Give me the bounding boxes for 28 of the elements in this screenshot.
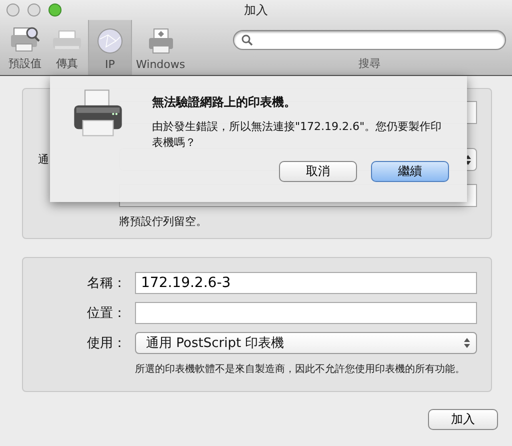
dialog-button[interactable]: 繼續: [371, 161, 449, 182]
stepper-arrows-icon: [463, 337, 471, 349]
text-field[interactable]: 172.19.2.6-3: [135, 272, 477, 294]
text-field[interactable]: [135, 302, 477, 324]
field-label: 使用：: [86, 335, 126, 352]
add-button[interactable]: 加入: [428, 409, 498, 430]
toolbar-item[interactable]: Windows: [132, 20, 190, 75]
toolbar-item[interactable]: 預設值: [4, 20, 46, 75]
queue-hint: 將預設佇列留空。: [119, 214, 207, 229]
alert-message: 由於發生錯誤，所以無法連接"172.19.2.6"。您仍要製作印表機嗎？: [152, 119, 443, 151]
search-label: 搜尋: [358, 56, 381, 71]
dialog-button[interactable]: 取消: [279, 161, 357, 182]
field-label: 名稱：: [86, 275, 126, 292]
search-field[interactable]: [233, 30, 506, 50]
close-button[interactable]: [6, 3, 20, 17]
driver-note: 所選的印表機軟體不是來自製造商，因此不允許您使用印表機的所有功能。: [135, 362, 465, 376]
stepper-arrows-icon: [464, 154, 472, 166]
alert-title: 無法驗證網路上的印表機。: [152, 94, 297, 111]
zoom-button[interactable]: [48, 3, 62, 17]
field-label: 位置：: [86, 305, 126, 322]
protocol-label: 通: [37, 152, 50, 167]
toolbar-item[interactable]: IP: [88, 20, 132, 75]
minimize-button[interactable]: [27, 3, 41, 17]
search-icon: [241, 34, 254, 46]
printer-magnifier-icon: [8, 25, 42, 53]
window-title: 加入: [244, 2, 268, 18]
toolbar-item[interactable]: 傳真: [46, 20, 88, 75]
driver-dropdown[interactable]: 通用 PostScript 印表機: [135, 332, 477, 354]
